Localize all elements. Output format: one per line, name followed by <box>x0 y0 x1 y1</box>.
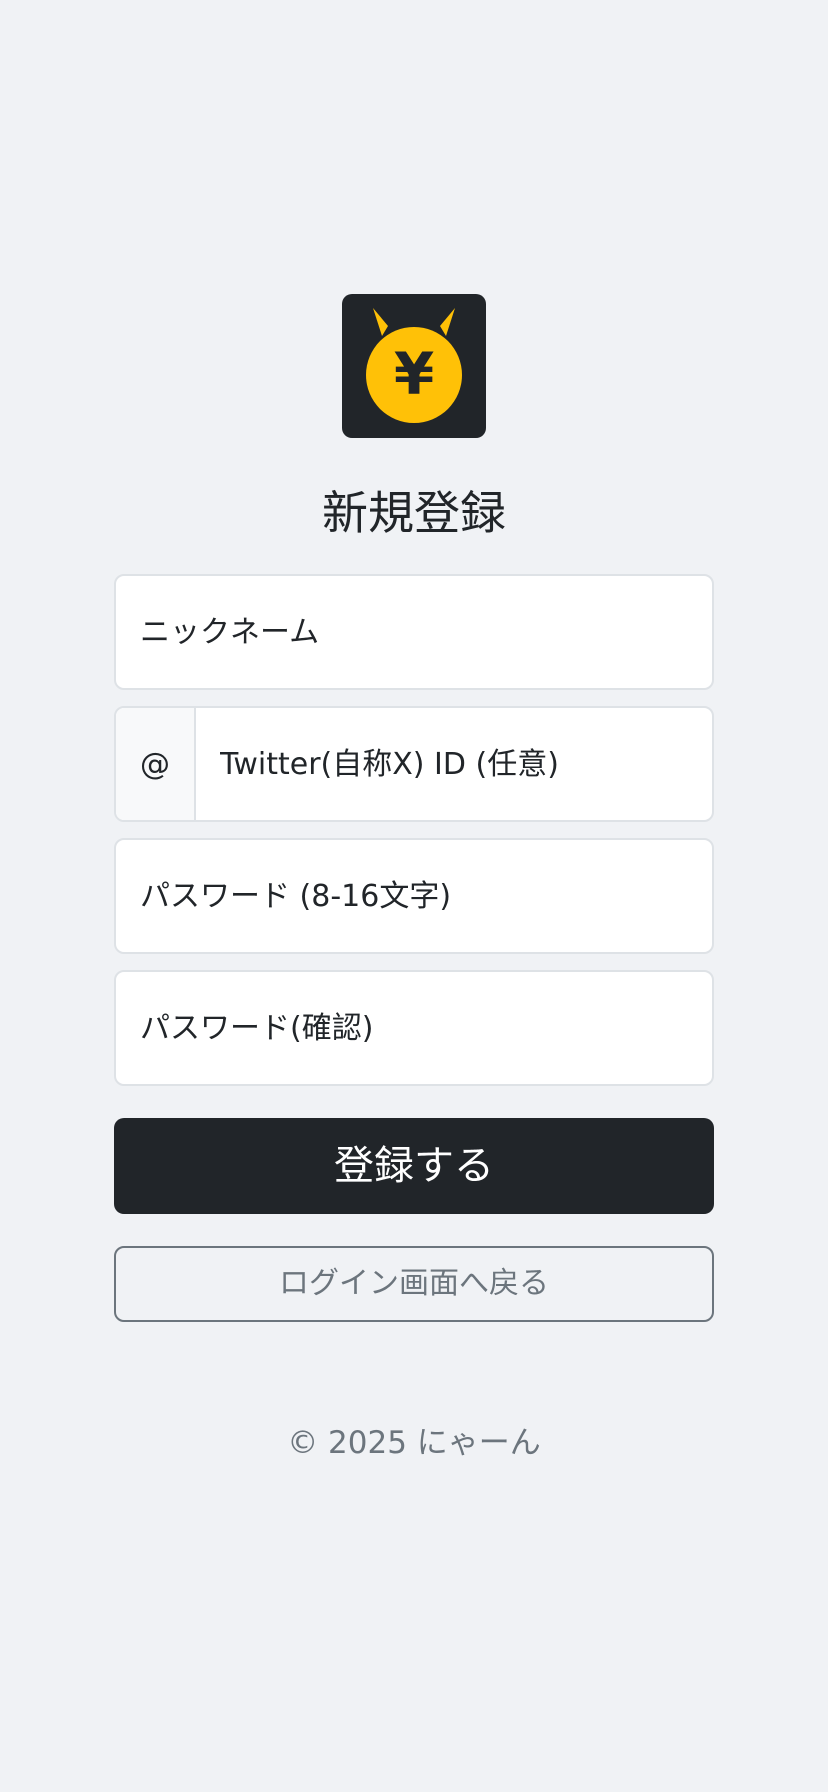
logo-yen-symbol: ¥ <box>394 340 434 408</box>
password-confirm-input[interactable] <box>116 972 712 1084</box>
password-confirm-field <box>114 970 714 1086</box>
yen-cat-coin-icon: ¥ <box>366 308 462 423</box>
nickname-input[interactable] <box>116 576 712 688</box>
password-input[interactable] <box>116 840 712 952</box>
app-logo: ¥ <box>342 294 486 438</box>
nickname-field <box>114 574 714 690</box>
back-to-login-button[interactable]: ログイン画面へ戻る <box>114 1246 714 1322</box>
register-button[interactable]: 登録する <box>114 1118 714 1214</box>
twitter-id-input[interactable] <box>196 708 712 820</box>
at-prefix: @ <box>116 708 196 820</box>
twitter-id-field: @ <box>114 706 714 822</box>
page-title: 新規登録 <box>322 486 506 540</box>
password-field <box>114 838 714 954</box>
footer-copyright: © 2025 にゃーん <box>287 1425 541 1461</box>
register-form: @ <box>114 574 714 1102</box>
